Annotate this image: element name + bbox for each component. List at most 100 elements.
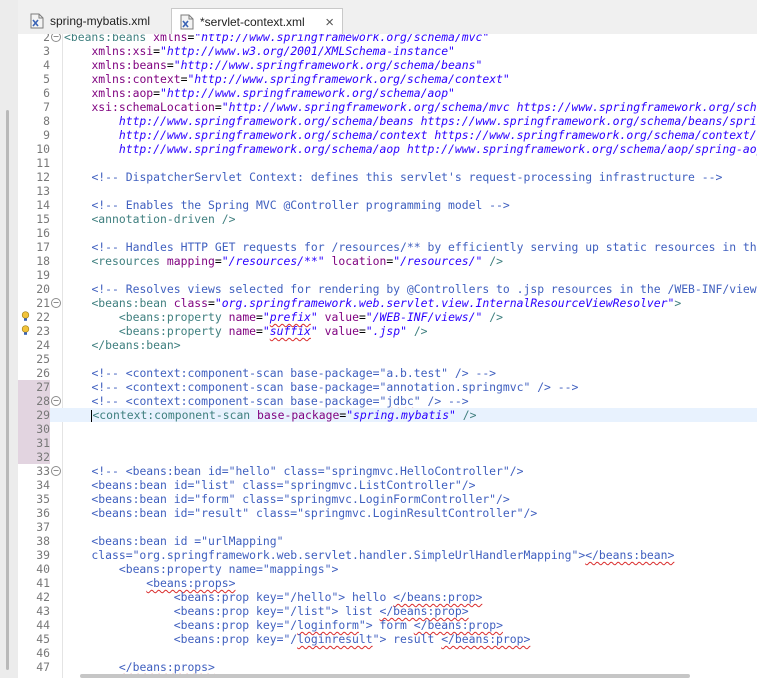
code-line[interactable]: 6 xmlns:aop="http://www.springframework.…: [18, 86, 757, 100]
code-line[interactable]: 20 <!-- Resolves views selected for rend…: [18, 282, 757, 296]
line-number: 30: [18, 422, 50, 436]
code-line[interactable]: 40 <beans:property name="mappings">: [18, 562, 757, 576]
code-line[interactable]: 24 </beans:bean>: [18, 338, 757, 352]
code-text: <beans:bean id="form" class="springmvc.L…: [64, 492, 509, 506]
code-line[interactable]: 2− <beans:beans xmlns="http://www.springf…: [18, 34, 757, 44]
code-line[interactable]: 19: [18, 268, 757, 282]
line-number: 6: [43, 86, 50, 100]
code-line[interactable]: 33− <!-- <beans:bean id="hello" class="s…: [18, 464, 757, 478]
code-line[interactable]: 42 <beans:prop key="/hello"> hello </bea…: [18, 590, 757, 604]
code-token: location: [331, 254, 387, 268]
code-line[interactable]: 9 http://www.springframework.org/schema/…: [18, 128, 757, 142]
spelling-warning-icon[interactable]: [21, 311, 30, 322]
code-line[interactable]: 22 <beans:property name="prefix" value="…: [18, 310, 757, 324]
code-line[interactable]: 28− <!-- <context:component-scan base-pa…: [18, 394, 757, 408]
fold-toggle-icon[interactable]: −: [51, 298, 61, 308]
code-token: <!-- <beans:bean id="hello" class="sprin…: [91, 464, 524, 478]
code-line[interactable]: 15 <annotation-driven />: [18, 212, 757, 226]
code-text: <!-- Enables the Spring MVC @Controller …: [64, 198, 509, 212]
code-line[interactable]: 10 http://www.springframework.org/schema…: [18, 142, 757, 156]
code-text: <beans:property name="prefix" value="/WE…: [64, 310, 503, 324]
code-line[interactable]: 30: [18, 422, 757, 436]
fold-toggle-icon[interactable]: −: [51, 466, 61, 476]
code-line[interactable]: 7 xsi:schemaLocation="http://www.springf…: [18, 100, 757, 114]
line-number: 45: [36, 632, 50, 646]
code-line[interactable]: 46: [18, 646, 757, 660]
code-line[interactable]: 14 <!-- Enables the Spring MVC @Controll…: [18, 198, 757, 212]
code-line[interactable]: 32: [18, 450, 757, 464]
fold-toggle-icon[interactable]: −: [51, 34, 61, 42]
code-token: http://www.springframework.org/schema/co…: [118, 128, 757, 142]
line-number: 15: [36, 212, 50, 226]
code-token: "http://www.springframework.org/schema/m…: [194, 34, 490, 44]
code-line[interactable]: 18 <resources mapping="/resources/**" lo…: [18, 254, 757, 268]
code-line[interactable]: 13: [18, 184, 757, 198]
code-line[interactable]: 45 <beans:prop key="/loginresult"> resul…: [18, 632, 757, 646]
code-line[interactable]: 31: [18, 436, 757, 450]
line-number: 25: [36, 352, 50, 366]
code-line[interactable]: 29 <context:component-scan base-package=…: [18, 408, 757, 422]
code-line[interactable]: 25: [18, 352, 757, 366]
code-token: <beans:prop key="/: [64, 618, 298, 632]
code-text: xmlns:beans="http://www.springframework.…: [64, 58, 482, 72]
spelling-warning-icon[interactable]: [21, 325, 30, 336]
code-line[interactable]: 41 <beans:props>: [18, 576, 757, 590]
close-icon[interactable]: ×: [325, 15, 334, 30]
horizontal-scrollbar[interactable]: [80, 674, 690, 678]
code-line[interactable]: 39 class="org.springframework.web.servle…: [18, 548, 757, 562]
code-line[interactable]: 34 <beans:bean id="list" class="springmv…: [18, 478, 757, 492]
code-line[interactable]: 3 xmlns:xsi="http://www.w3.org/2001/XMLS…: [18, 44, 757, 58]
code-line[interactable]: 23 <beans:property name="suffix" value="…: [18, 324, 757, 338]
code-token: suffix: [269, 324, 311, 338]
code-text: xmlns:aop="http://www.springframework.or…: [64, 86, 454, 100]
code-token: <beans:property name="mappings">: [64, 562, 339, 576]
line-number: 39: [36, 548, 50, 562]
code-line[interactable]: 35 <beans:bean id="form" class="springmv…: [18, 492, 757, 506]
code-line[interactable]: 16: [18, 226, 757, 240]
tab-servlet-context[interactable]: *servlet-context.xml ×: [171, 8, 343, 35]
line-number: 32: [18, 450, 50, 464]
line-number: 17: [36, 240, 50, 254]
code-token: <!-- Resolves views selected for renderi…: [91, 282, 757, 296]
code-editor[interactable]: 2− <beans:beans xmlns="http://www.springf…: [18, 34, 757, 678]
code-token: <beans:property: [118, 310, 229, 324]
code-line[interactable]: 11: [18, 156, 757, 170]
code-line[interactable]: 12 <!-- DispatcherServlet Context: defin…: [18, 170, 757, 184]
code-line[interactable]: 36 <beans:bean id="result" class="spring…: [18, 506, 757, 520]
code-text: http://www.springframework.org/schema/co…: [64, 128, 757, 142]
code-line[interactable]: 44 <beans:prop key="/loginform"> form </…: [18, 618, 757, 632]
line-number: 31: [18, 436, 50, 450]
code-area[interactable]: 2− <beans:beans xmlns="http://www.springf…: [18, 34, 757, 674]
code-token: <!-- DispatcherServlet Context: defines …: [91, 170, 723, 184]
code-token: <!-- <context:component-scan base-packag…: [91, 366, 497, 380]
code-line[interactable]: 27 <!-- <context:component-scan base-pac…: [18, 380, 757, 394]
line-number: 20: [36, 282, 50, 296]
code-line[interactable]: 47 </beans:props>: [18, 660, 757, 674]
code-line[interactable]: 26 <!-- <context:component-scan base-pac…: [18, 366, 757, 380]
panel-scrollbar[interactable]: [6, 110, 9, 670]
line-number: 42: [36, 590, 50, 604]
line-number: 18: [36, 254, 50, 268]
code-line[interactable]: 38 <beans:bean id ="urlMapping": [18, 534, 757, 548]
code-line[interactable]: 4 xmlns:beans="http://www.springframewor…: [18, 58, 757, 72]
code-token: "http://www.springframework.org/schema/b…: [173, 58, 483, 72]
code-token: </beans:prop>: [413, 618, 503, 632]
code-line[interactable]: 17 <!-- Handles HTTP GET requests for /r…: [18, 240, 757, 254]
code-line[interactable]: 43 <beans:prop key="/list"> list </beans…: [18, 604, 757, 618]
line-number: 33: [36, 464, 50, 478]
code-line[interactable]: 8 http://www.springframework.org/schema/…: [18, 114, 757, 128]
code-token: =: [358, 324, 366, 338]
fold-toggle-icon[interactable]: −: [51, 396, 61, 406]
tab-spring-mybatis[interactable]: spring-mybatis.xml: [22, 8, 168, 34]
line-number: 35: [36, 492, 50, 506]
code-line[interactable]: 5 xmlns:context="http://www.springframew…: [18, 72, 757, 86]
code-line[interactable]: 21− <beans:bean class="org.springframewo…: [18, 296, 757, 310]
line-number: 7: [43, 100, 50, 114]
code-line[interactable]: 37: [18, 520, 757, 534]
